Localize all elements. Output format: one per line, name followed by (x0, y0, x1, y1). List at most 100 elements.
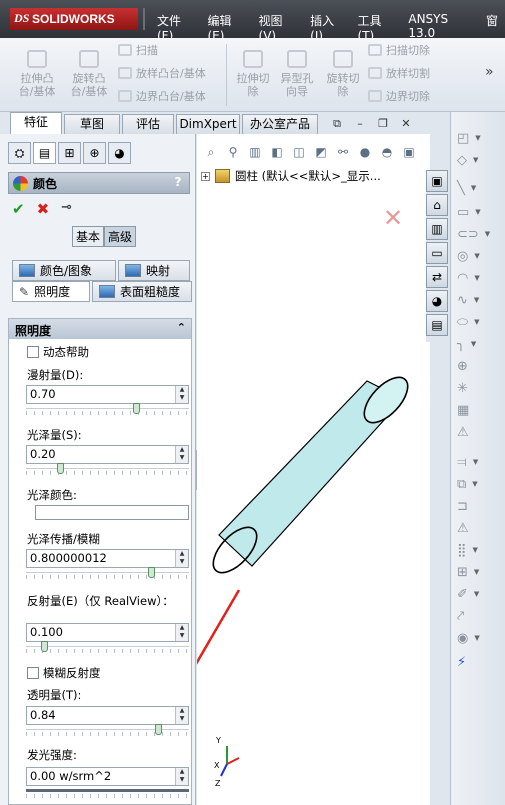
circle-tool[interactable]: ◎ ▼ (457, 246, 497, 266)
instant-3d-tool[interactable]: ⚡ (457, 652, 497, 672)
dropdown-icon[interactable]: ▼ (474, 274, 479, 282)
revolve-cut-button[interactable]: 旋转切 除 (318, 44, 368, 106)
spread-slider[interactable] (26, 567, 189, 582)
previous-view-icon[interactable]: ▥ (247, 144, 263, 160)
display-style-icon[interactable]: ◩ (313, 144, 329, 160)
display-manager-tab-icon[interactable]: ◕ (108, 142, 131, 164)
dropdown-icon[interactable]: ▼ (474, 634, 479, 642)
dropdown-icon[interactable]: ▼ (474, 568, 479, 576)
basic-mode-button[interactable]: 基本 (72, 226, 105, 247)
ok-button[interactable]: ✔ (12, 200, 25, 218)
extrude-boss-button[interactable]: 拉伸凸 台/基体 (12, 44, 62, 106)
cancel-button[interactable]: ✖ (37, 200, 50, 218)
dropdown-icon[interactable]: ▼ (474, 318, 479, 326)
help-icon[interactable]: ? (171, 175, 185, 191)
quick-snaps-tool[interactable]: ⤤ (457, 606, 497, 626)
tab-dimxpert[interactable]: DimXpert (176, 114, 240, 134)
tile-icon[interactable]: ⧉ (330, 118, 344, 131)
spread-slider-thumb[interactable] (148, 567, 155, 578)
reflectivity-spinner[interactable]: ▲ ▼ (175, 624, 188, 641)
solidworks-resources-icon[interactable]: ▣ (426, 170, 448, 192)
advanced-mode-button[interactable]: 高级 (104, 226, 137, 247)
tab-sketch[interactable]: 草图 (64, 114, 120, 134)
subtab-color-image[interactable]: 颜色/图象 (12, 260, 116, 281)
appearances-icon[interactable]: ◕ (426, 290, 448, 312)
edit-appearance-icon[interactable]: ● (357, 144, 373, 160)
gloss-slider-thumb[interactable] (57, 463, 64, 474)
extrude-cut-button[interactable]: 拉伸切 除 (228, 44, 278, 106)
design-library-icon[interactable]: ▥ (426, 218, 448, 240)
display-relations-tool[interactable]: ⚠ (457, 422, 497, 442)
line-tool[interactable]: ╲ ▼ (457, 178, 497, 198)
point-tool[interactable]: ✳ (457, 378, 497, 398)
gloss-color-swatch[interactable] (35, 505, 189, 520)
dropdown-icon[interactable]: ▼ (474, 590, 479, 598)
spread-spinner[interactable]: ▲ ▼ (175, 550, 188, 567)
offset-tool[interactable]: ⊐ (457, 496, 497, 516)
spline-tool[interactable]: ∿ ▼ (457, 290, 497, 310)
text-tool[interactable]: ▦ (457, 400, 497, 420)
reflectivity-slider-thumb[interactable] (41, 641, 48, 652)
boundary-cut-button[interactable]: 边界切除 (368, 87, 430, 105)
zoom-area-icon[interactable]: ⚲ (225, 144, 241, 160)
spread-input[interactable]: 0.800000012 ▲ ▼ (26, 549, 189, 568)
graphics-area[interactable]: ⌕ ⚲ ▥ ◧ ◫ ◩ ⚯ ● ◓ ▣ + 圆柱 (默认<<默认>_显示... … (197, 134, 430, 805)
configuration-manager-tab-icon[interactable]: ⊞ (58, 142, 81, 164)
convert-entities-tool[interactable]: ⧉ ▼ (457, 474, 497, 494)
reflectivity-input[interactable]: 0.100 ▲ ▼ (26, 623, 189, 642)
dropdown-icon[interactable]: ▼ (474, 252, 479, 260)
transparency-slider[interactable] (26, 724, 189, 739)
reflectivity-slider[interactable] (26, 641, 189, 656)
transparency-input[interactable]: 0.84 ▲ ▼ (26, 706, 189, 725)
expand-icon[interactable]: + (201, 171, 210, 181)
tab-evaluate[interactable]: 评估 (122, 114, 174, 134)
more-commands-button[interactable]: » (485, 64, 494, 80)
dynamic-help-box[interactable] (27, 346, 39, 358)
repair-sketch-tool[interactable]: ✐ ▼ (457, 584, 497, 604)
dropdown-icon[interactable]: ▼ (471, 184, 476, 192)
file-explorer-icon[interactable]: ▭ (426, 242, 448, 264)
transparency-spinner[interactable]: ▲ ▼ (175, 707, 188, 724)
mirror-tool[interactable]: ⚠ (457, 518, 497, 538)
custom-properties-icon[interactable]: ▤ (426, 314, 448, 336)
gloss-slider[interactable] (26, 463, 189, 478)
zoom-to-fit-icon[interactable]: ⌕ (203, 144, 219, 160)
plane-tool[interactable]: ⊕ (457, 356, 497, 376)
dropdown-icon[interactable]: ▼ (473, 458, 478, 466)
view-palette-icon[interactable]: ⇄ (426, 266, 448, 288)
tab-office-products[interactable]: 办公室产品 (242, 114, 318, 134)
arc-tool[interactable]: ◠ ▼ (457, 268, 497, 288)
ellipse-tool[interactable]: ⬭ ▼ (457, 312, 497, 332)
diffuse-spinner[interactable]: ▲ ▼ (175, 386, 188, 403)
property-manager-tab-icon[interactable]: ▤ (33, 142, 56, 164)
hole-wizard-button[interactable]: 异型孔 向导 (272, 44, 322, 106)
cylinder-model[interactable] (206, 370, 416, 580)
feature-manager-tab-icon[interactable]: ⛭ (8, 142, 31, 164)
view-settings-icon[interactable]: ▣ (401, 144, 417, 160)
subtab-mapping[interactable]: 映射 (118, 260, 190, 281)
close-icon[interactable]: ✕ (399, 118, 413, 131)
dropdown-icon[interactable]: ▼ (474, 296, 479, 304)
move-entities-tool[interactable]: ⊞ ▼ (457, 562, 497, 582)
illumination-group-header[interactable]: 照明度 ⌃ (9, 319, 191, 339)
minimize-icon[interactable]: – (353, 118, 367, 131)
hide-show-items-icon[interactable]: ⚯ (335, 144, 351, 160)
dimension-tool[interactable]: ◇ ▼ (457, 150, 497, 170)
dimxpert-manager-tab-icon[interactable]: ⊕ (83, 142, 106, 164)
part-name[interactable]: 圆柱 (默认<<默认>_显示... (235, 168, 381, 184)
trim-tool[interactable]: ⫤ ▼ (457, 452, 497, 472)
blurry-reflect-box[interactable] (27, 667, 39, 679)
confirmation-cancel-icon[interactable]: ✕ (383, 204, 403, 232)
dropdown-icon[interactable]: ▼ (475, 134, 480, 142)
diffuse-slider[interactable] (26, 403, 189, 418)
collapse-icon[interactable]: ⌃ (177, 321, 186, 334)
swept-cut-button[interactable]: 扫描切除 (368, 41, 430, 59)
emission-slider[interactable] (26, 789, 189, 799)
dropdown-icon[interactable]: ▼ (471, 340, 476, 348)
gloss-input[interactable]: 0.20 ▲ ▼ (26, 445, 189, 464)
emission-input[interactable]: 0.00 w/srm^2 ▲ ▼ (26, 767, 189, 786)
emission-spinner[interactable]: ▲ ▼ (175, 768, 188, 785)
pin-icon[interactable]: ⊸ (61, 200, 72, 218)
diffuse-input[interactable]: 0.70 ▲ ▼ (26, 385, 189, 404)
linear-pattern-tool[interactable]: ⣿ ▼ (457, 540, 497, 560)
